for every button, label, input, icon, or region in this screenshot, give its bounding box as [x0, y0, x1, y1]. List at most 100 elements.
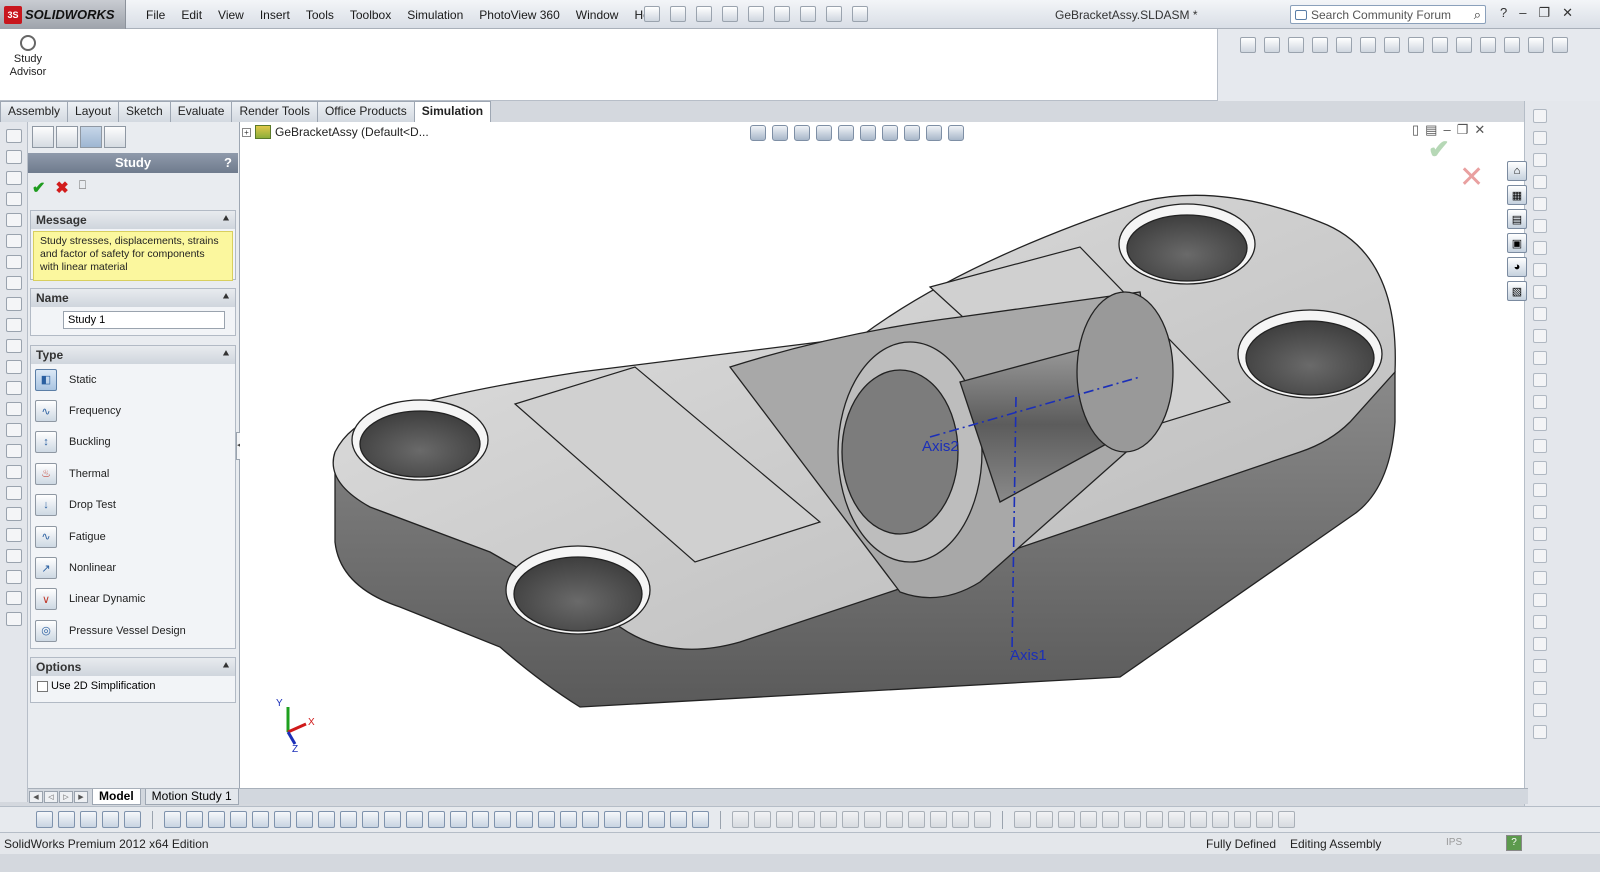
simulation-tool-icon[interactable] — [1533, 109, 1547, 123]
collapse-icon[interactable]: ⯅ — [222, 211, 230, 229]
sheet-metal-tool-icon[interactable] — [1190, 811, 1207, 828]
menu-window[interactable]: Window — [568, 8, 627, 22]
help-icon[interactable]: ? — [1500, 5, 1507, 21]
sketch-spline-icon[interactable] — [6, 192, 22, 206]
sketch-tool-icon[interactable] — [820, 811, 837, 828]
sketch-tool-icon[interactable] — [798, 811, 815, 828]
trim-icon[interactable] — [6, 255, 22, 269]
next-tab-icon[interactable]: ▷ — [59, 790, 73, 803]
graphics-area[interactable]: + GeBracketAssy (Default<D... ▯ ▤ – ❐ ✕ … — [240, 122, 1524, 788]
units-status[interactable]: IPS — [1446, 837, 1462, 848]
simulation-tool-icon[interactable] — [1533, 571, 1547, 585]
filter-edges-icon[interactable] — [80, 811, 97, 828]
sketch-tool-icon[interactable] — [776, 811, 793, 828]
type-drop-test[interactable]: ↓ Drop Test — [31, 490, 235, 521]
type-thermal[interactable]: ♨ Thermal — [31, 458, 235, 489]
interference-icon[interactable] — [1384, 37, 1400, 53]
simulation-tool-icon[interactable] — [1533, 131, 1547, 145]
hole-wizard-icon[interactable] — [6, 570, 22, 584]
filter-faces-icon[interactable] — [58, 811, 75, 828]
sim-tool-icon[interactable] — [450, 811, 467, 828]
simulation-tool-icon[interactable] — [1533, 219, 1547, 233]
sim-tool-icon[interactable] — [186, 811, 203, 828]
sheet-metal-tool-icon[interactable] — [1124, 811, 1141, 828]
sim-tool-icon[interactable] — [626, 811, 643, 828]
solidworks-logo[interactable]: 3S SOLIDWORKS — [0, 0, 126, 29]
open-icon[interactable] — [670, 6, 686, 22]
sketch-tool-icon[interactable] — [754, 811, 771, 828]
search-icon[interactable]: ⌕ — [1474, 7, 1481, 23]
bill-of-materials-icon[interactable] — [1480, 37, 1496, 53]
type-frequency[interactable]: ∿ Frequency — [31, 395, 235, 426]
curves-icon[interactable] — [6, 612, 22, 626]
simulation-tool-icon[interactable] — [1533, 505, 1547, 519]
tab-evaluate[interactable]: Evaluate — [169, 101, 233, 122]
extrude-icon[interactable] — [6, 381, 22, 395]
feature-manager-tab-icon[interactable] — [32, 126, 54, 148]
sim-tool-icon[interactable] — [604, 811, 621, 828]
sim-tool-icon[interactable] — [472, 811, 489, 828]
simulation-tool-icon[interactable] — [1533, 615, 1547, 629]
loft-icon[interactable] — [6, 444, 22, 458]
tab-office-products[interactable]: Office Products — [316, 101, 415, 122]
draft-icon[interactable] — [6, 549, 22, 563]
select-tool-icon[interactable] — [102, 811, 119, 828]
menu-file[interactable]: File — [138, 8, 173, 22]
sheet-metal-tool-icon[interactable] — [1256, 811, 1273, 828]
pushpin-icon[interactable]: ⎕ — [79, 178, 86, 198]
simulation-tool-icon[interactable] — [1533, 527, 1547, 541]
sim-tool-icon[interactable] — [538, 811, 555, 828]
simulation-tool-icon[interactable] — [1533, 197, 1547, 211]
study-advisor-button[interactable]: Study Advisor — [6, 35, 50, 79]
simulation-tool-icon[interactable] — [1533, 637, 1547, 651]
cancel-button[interactable]: ✖ — [55, 178, 68, 198]
display-manager-tab-icon[interactable] — [104, 126, 126, 148]
simulation-tool-icon[interactable] — [1533, 549, 1547, 563]
sketch-tool-icon[interactable] — [864, 811, 881, 828]
type-static[interactable]: ◧ Static — [31, 364, 235, 395]
edit-component-icon[interactable] — [1528, 37, 1544, 53]
prev-tab-icon[interactable]: ◁ — [44, 790, 58, 803]
sim-tool-icon[interactable] — [274, 811, 291, 828]
menu-insert[interactable]: Insert — [252, 8, 298, 22]
sim-tool-icon[interactable] — [340, 811, 357, 828]
sketch-arc-icon[interactable] — [6, 171, 22, 185]
sketch-tool-icon[interactable] — [886, 811, 903, 828]
sim-tool-icon[interactable] — [560, 811, 577, 828]
simulation-tool-icon[interactable] — [1533, 483, 1547, 497]
sim-tool-icon[interactable] — [230, 811, 247, 828]
appearances-icon[interactable]: ◕ — [1507, 257, 1527, 277]
sim-tool-icon[interactable] — [516, 811, 533, 828]
show-hidden-icon[interactable] — [1504, 37, 1520, 53]
save-icon[interactable] — [696, 6, 712, 22]
options-icon[interactable] — [852, 6, 868, 22]
exploded-view-icon[interactable] — [1360, 37, 1376, 53]
type-header[interactable]: Type ⯅ — [31, 346, 235, 364]
sim-tool-icon[interactable] — [670, 811, 687, 828]
sheet-metal-tool-icon[interactable] — [1036, 811, 1053, 828]
simulation-tool-icon[interactable] — [1533, 703, 1547, 717]
sheet-metal-tool-icon[interactable] — [1058, 811, 1075, 828]
assembly-features-icon[interactable] — [1408, 37, 1424, 53]
menu-tools[interactable]: Tools — [298, 8, 342, 22]
mirror-icon[interactable] — [6, 297, 22, 311]
offset-icon[interactable] — [6, 276, 22, 290]
new-motion-study-icon[interactable] — [1456, 37, 1472, 53]
tab-simulation[interactable]: Simulation — [413, 101, 492, 123]
mate-icon[interactable] — [1264, 37, 1280, 53]
insert-component-icon[interactable] — [1240, 37, 1256, 53]
sketch-fillet-icon[interactable] — [6, 234, 22, 248]
simulation-tool-icon[interactable] — [1533, 659, 1547, 673]
options-header[interactable]: Options ⯅ — [31, 658, 235, 676]
sheet-metal-tool-icon[interactable] — [1234, 811, 1251, 828]
name-header[interactable]: Name ⯅ — [31, 289, 235, 307]
linear-pattern-icon[interactable] — [1552, 37, 1568, 53]
sheet-metal-tool-icon[interactable] — [1146, 811, 1163, 828]
sim-tool-icon[interactable] — [648, 811, 665, 828]
simulation-tool-icon[interactable] — [1533, 241, 1547, 255]
sim-tool-icon[interactable] — [406, 811, 423, 828]
cut-extrude-icon[interactable] — [6, 465, 22, 479]
menu-toolbox[interactable]: Toolbox — [342, 8, 399, 22]
study-name-input[interactable]: Study 1 — [63, 311, 225, 329]
file-properties-icon[interactable] — [826, 6, 842, 22]
